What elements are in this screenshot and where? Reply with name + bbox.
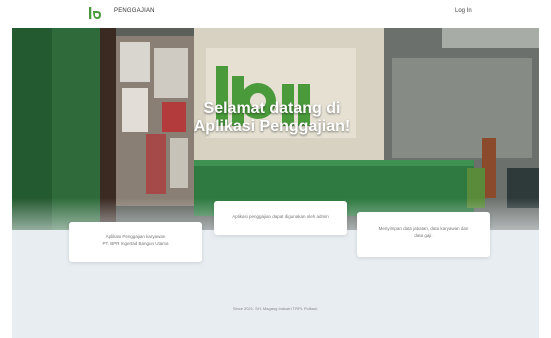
footer-text: Since 2021. SH. Magang Industri TRPL Pol…	[232, 306, 319, 311]
feature-card-text: Aplikasi penggajian dapat digunakan oleh…	[232, 214, 329, 219]
feature-card-text: Menyimpan data jabatan, data karyawan da…	[378, 226, 469, 231]
brand-title[interactable]: PENGGAJIAN	[114, 8, 155, 14]
login-link[interactable]: Log In	[455, 8, 472, 14]
feature-card-text: data gaji.	[414, 233, 433, 238]
top-navbar: PENGGAJIAN Log In	[0, 0, 551, 26]
feature-card: Aplikasi penggajian dapat digunakan oleh…	[214, 201, 347, 235]
hero-title-line2: Aplikasi Penggajian!	[193, 118, 351, 135]
feature-card-text: PT. BPR Ingertad Bangun Utama	[102, 241, 169, 246]
ibu-logo-icon[interactable]	[88, 6, 102, 21]
hero-section: Selamat datang di Aplikasi Penggajian! A…	[12, 28, 539, 338]
feature-card: Aplikasi Penggajian karyawan PT. BPR Ing…	[69, 222, 202, 262]
hero-title-line1: Selamat datang di	[203, 100, 341, 117]
hero-title: Selamat datang di Aplikasi Penggajian!	[182, 100, 362, 136]
feature-card-text: Aplikasi Penggajian karyawan	[105, 234, 166, 239]
feature-card: Menyimpan data jabatan, data karyawan da…	[357, 212, 490, 257]
